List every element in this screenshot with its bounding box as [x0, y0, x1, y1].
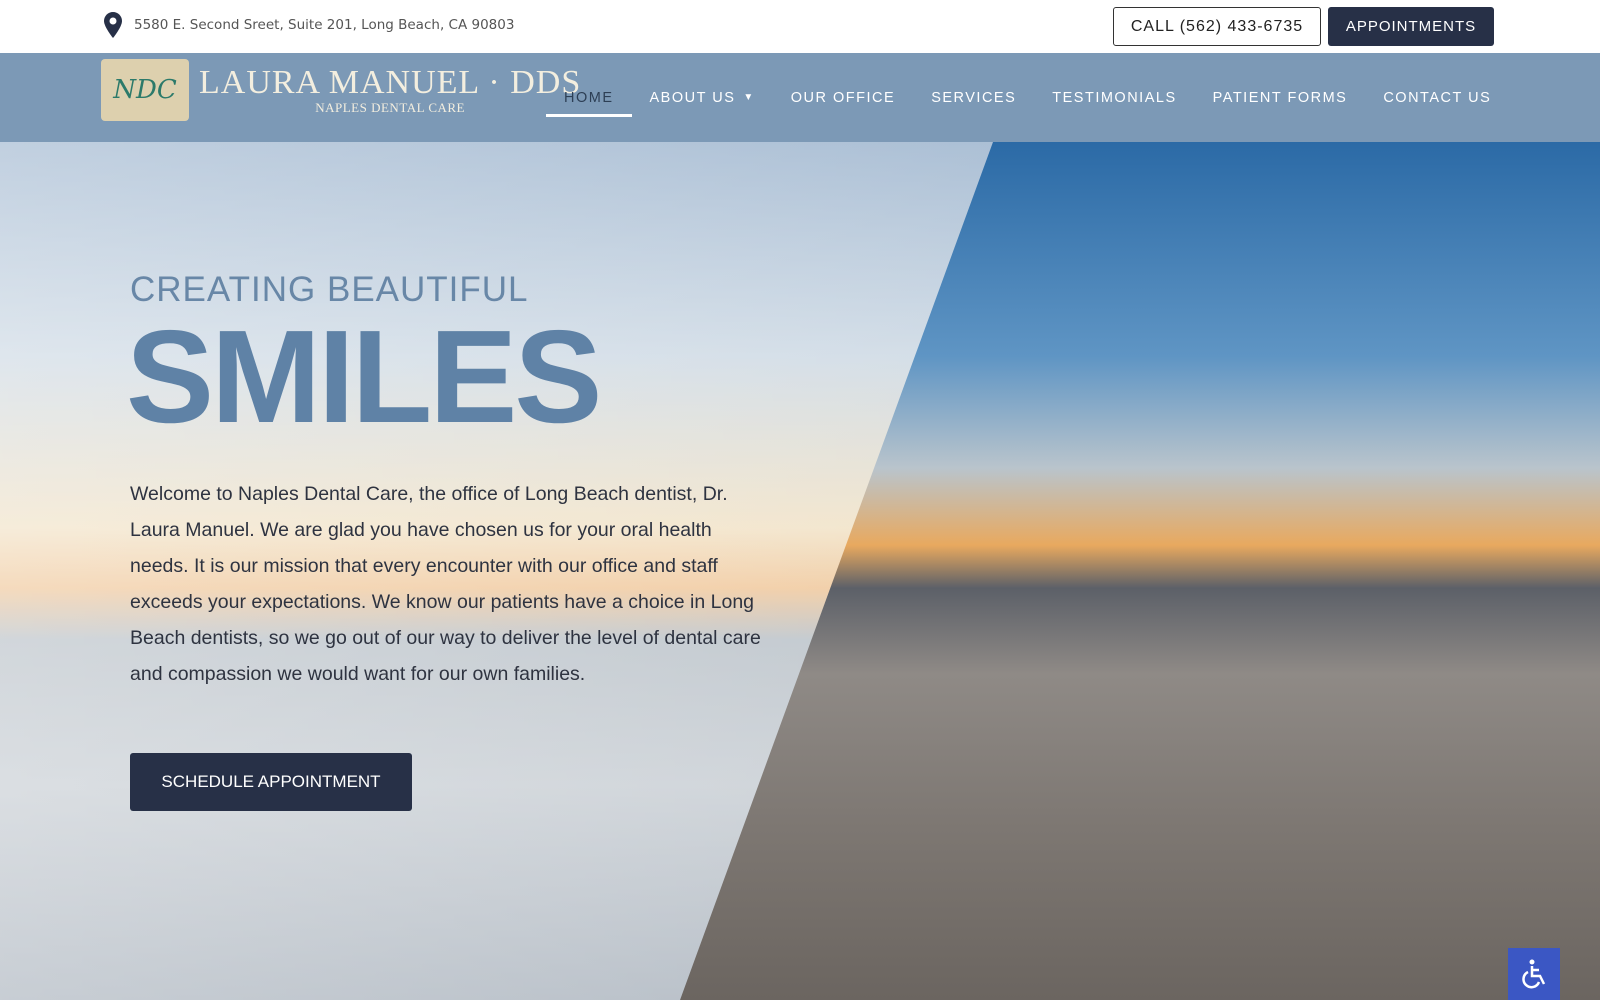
nav-label: PATIENT FORMS [1212, 89, 1348, 106]
nav-services[interactable]: SERVICES [913, 53, 1034, 142]
top-bar: 5580 E. Second Sreet, Suite 201, Long Be… [0, 0, 1600, 53]
nav-label: TESTIMONIALS [1052, 89, 1177, 106]
nav-about-us[interactable]: ABOUT US ▼ [632, 53, 773, 142]
logo[interactable]: NDC LAURA MANUEL · DDS NAPLES DENTAL CAR… [101, 59, 581, 121]
nav-menu: HOME ABOUT US ▼ OUR OFFICE SERVICES TESTI… [546, 53, 1509, 142]
address-text: 5580 E. Second Sreet, Suite 201, Long Be… [134, 17, 515, 33]
logo-monogram: NDC [101, 59, 189, 121]
accessibility-button[interactable] [1508, 948, 1560, 1000]
appointments-button[interactable]: APPOINTMENTS [1328, 7, 1494, 46]
call-button[interactable]: CALL (562) 433-6735 [1113, 7, 1321, 46]
nav-testimonials[interactable]: TESTIMONIALS [1034, 53, 1194, 142]
hero-section: CREATING BEAUTIFUL SMILES Welcome to Nap… [0, 142, 1600, 1000]
nav-label: OUR OFFICE [790, 89, 896, 106]
address: 5580 E. Second Sreet, Suite 201, Long Be… [104, 12, 514, 38]
wheelchair-icon [1522, 959, 1546, 989]
nav-label: SERVICES [931, 89, 1017, 106]
nav-label: CONTACT US [1383, 89, 1492, 106]
schedule-appointment-button[interactable]: SCHEDULE APPOINTMENT [130, 753, 412, 811]
map-pin-icon [104, 12, 122, 38]
nav-our-office[interactable]: OUR OFFICE [773, 53, 913, 142]
hero-headline: SMILES [126, 303, 602, 450]
nav-contact-us[interactable]: CONTACT US [1365, 53, 1509, 142]
nav-label: ABOUT US [649, 89, 736, 106]
nav-patient-forms[interactable]: PATIENT FORMS [1195, 53, 1366, 142]
logo-subtitle: NAPLES DENTAL CARE [315, 100, 465, 115]
nav-label: HOME [564, 89, 614, 106]
main-nav: NDC LAURA MANUEL · DDS NAPLES DENTAL CAR… [0, 53, 1600, 142]
nav-home[interactable]: HOME [546, 53, 632, 142]
hero-paragraph: Welcome to Naples Dental Care, the offic… [130, 483, 761, 685]
caret-down-icon: ▼ [743, 92, 755, 103]
logo-name: LAURA MANUEL · DDS [199, 64, 582, 101]
